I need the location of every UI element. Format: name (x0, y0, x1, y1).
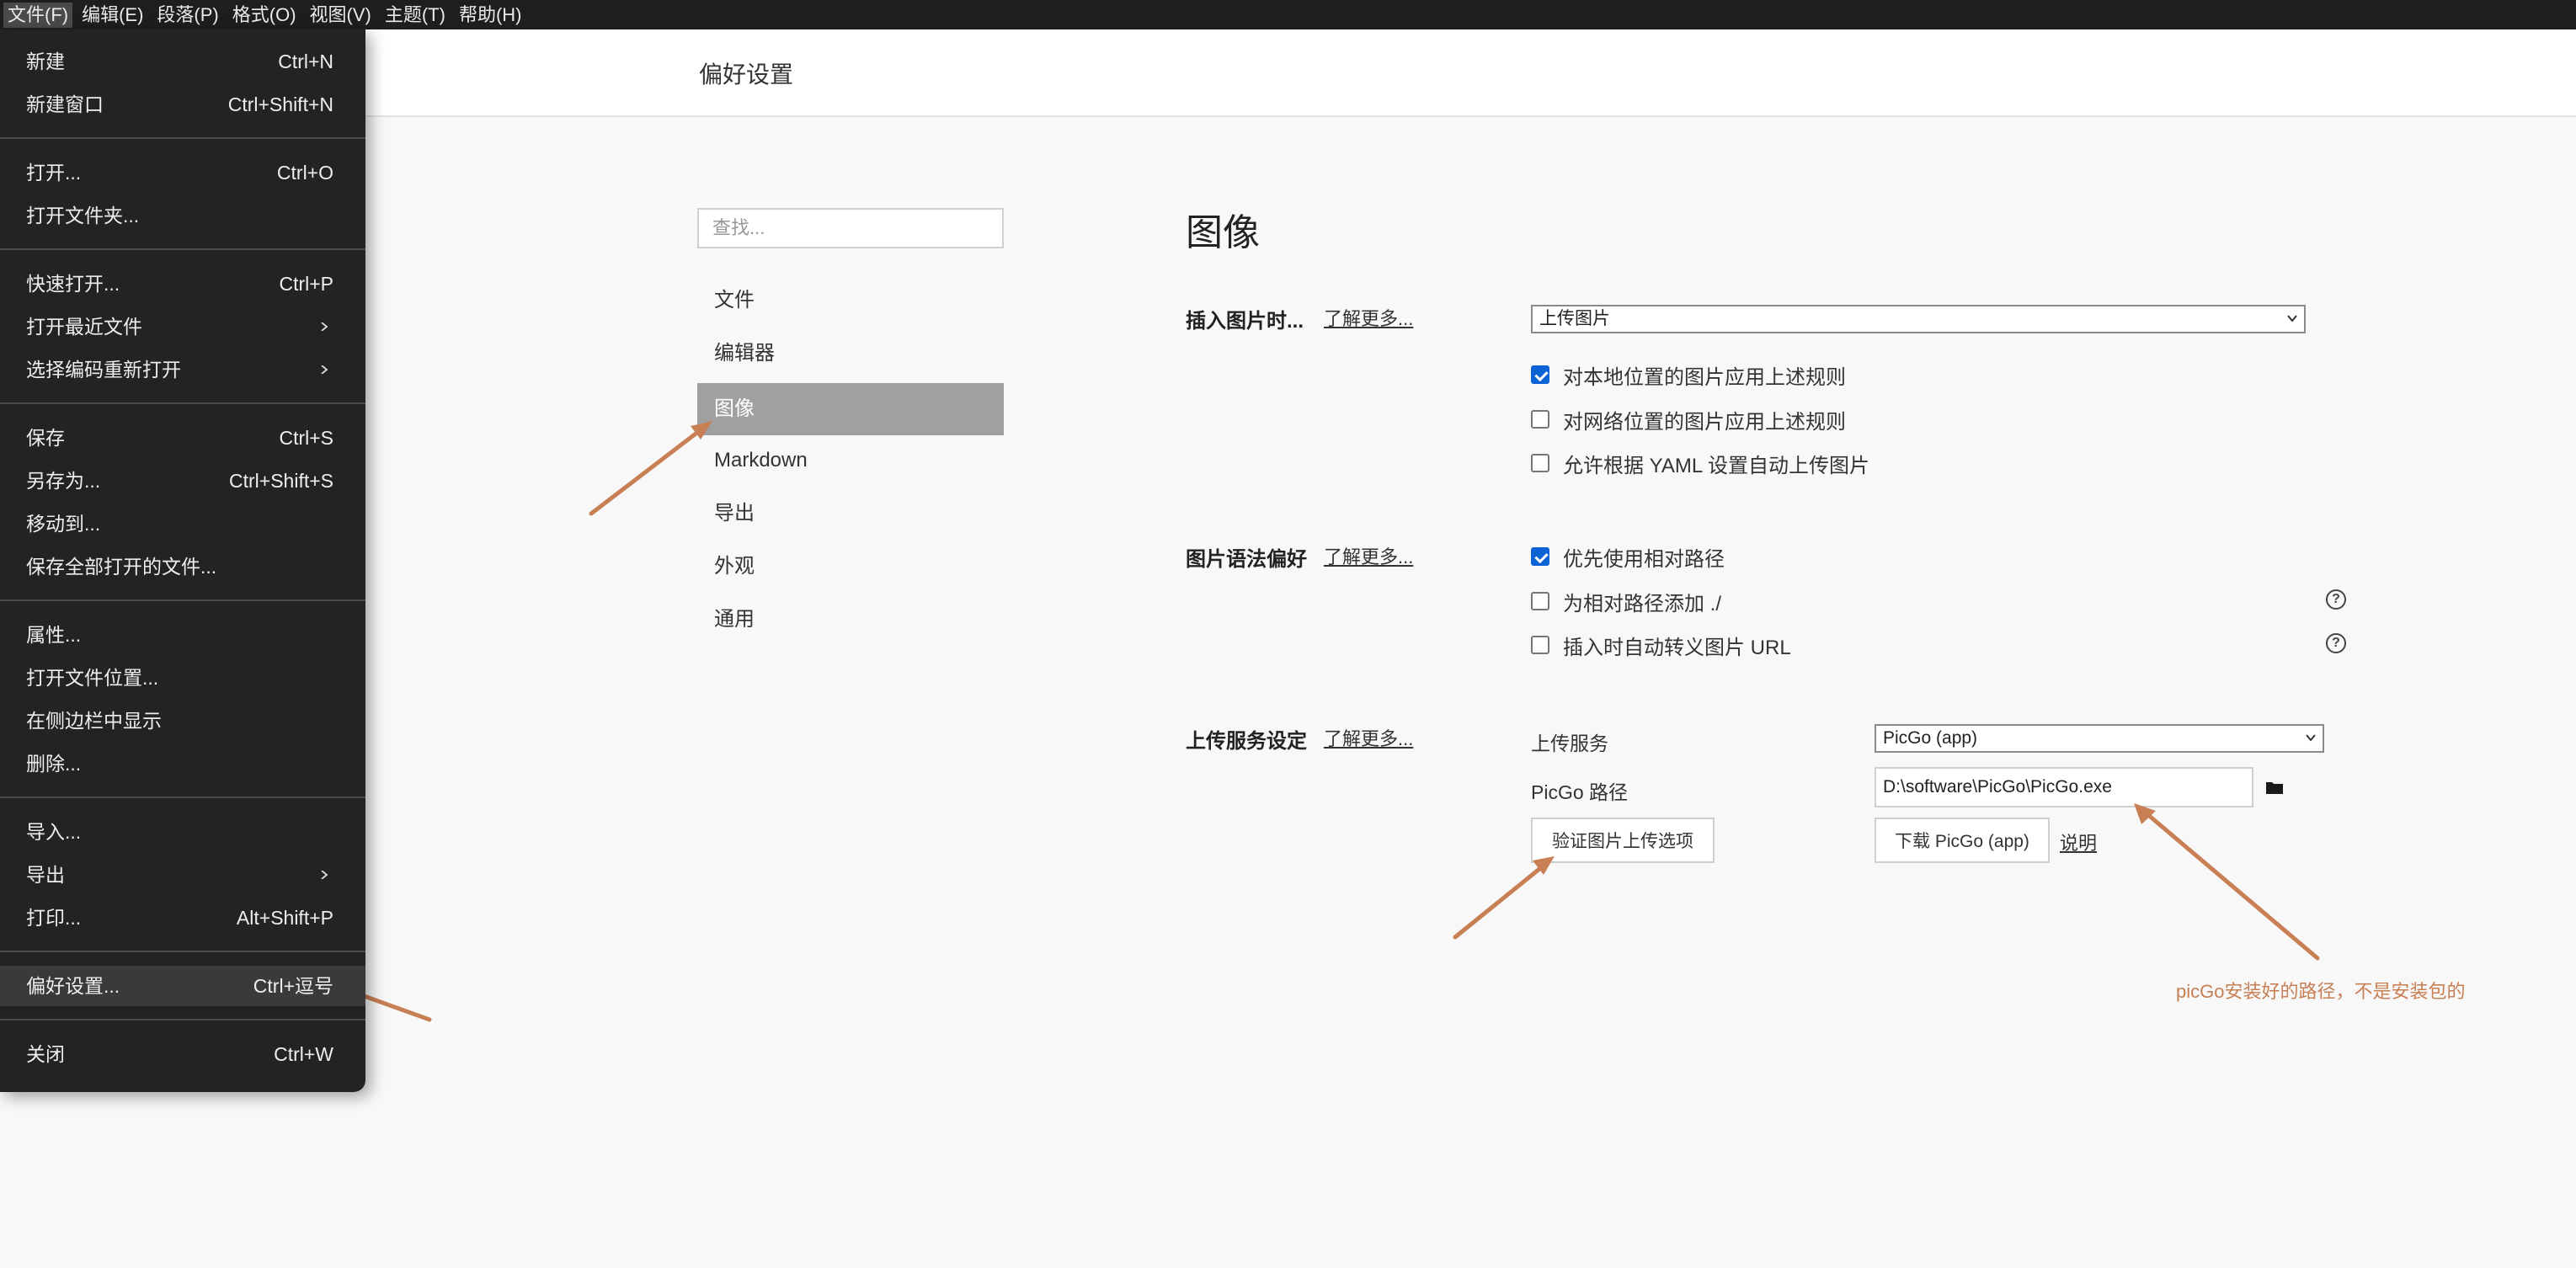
menu-item-open-file-location[interactable]: 打开文件位置... (0, 658, 365, 698)
chevron-right-icon (321, 322, 328, 331)
menu-item-label: 选择编码重新打开 (26, 359, 181, 381)
menu-item-label: 删除... (26, 753, 82, 775)
menu-item-label: 属性... (26, 624, 82, 646)
menu-item-label: 新建窗口 (26, 93, 104, 115)
menu-item-print[interactable]: 打印... Alt+Shift+P (0, 898, 365, 938)
menu-item-quick-open[interactable]: 快速打开... Ctrl+P (0, 264, 365, 304)
menu-item-move-to[interactable]: 移动到... (0, 503, 365, 544)
menu-item-reveal-in-sidebar[interactable]: 在侧边栏中显示 (0, 701, 365, 741)
menu-item-label: 打开最近文件 (26, 316, 142, 338)
menu-item-label: 偏好设置... (26, 975, 120, 997)
menu-item-shortcut: Ctrl+Shift+N (227, 93, 333, 115)
menu-item-shortcut: Ctrl+W (274, 1043, 333, 1065)
menu-item-label: 导出 (26, 864, 65, 886)
menu-item-shortcut: Alt+Shift+P (236, 907, 333, 929)
menu-separator (0, 796, 365, 798)
menu-separator (0, 248, 365, 250)
chevron-right-icon (321, 365, 328, 374)
menu-item-label: 打开文件夹... (26, 205, 140, 226)
menu-item-label: 导入... (26, 821, 82, 843)
menu-separator (0, 1019, 365, 1020)
arrow-to-image-nav (589, 424, 708, 516)
file-menu: 新建 Ctrl+N 新建窗口 Ctrl+Shift+N 打开... Ctrl+O 打开文件夹… (0, 29, 365, 1092)
arrow-to-path-input (2140, 807, 2320, 961)
menu-item-label: 另存为... (26, 470, 101, 492)
arrow-to-verify-button (1453, 860, 1550, 940)
menu-item-shortcut: Ctrl+P (279, 273, 333, 295)
menu-item-label: 保存全部打开的文件... (26, 556, 217, 578)
menu-item-reopen-encoding[interactable]: 选择编码重新打开 (0, 349, 365, 390)
menu-separator (0, 599, 365, 601)
menu-item-label: 快速打开... (26, 273, 120, 295)
annotation-arrows (347, 421, 2320, 1022)
menu-item-shortcut: Ctrl+N (278, 51, 333, 72)
menu-item-save-all[interactable]: 保存全部打开的文件... (0, 546, 365, 587)
menu-item-close[interactable]: 关闭 Ctrl+W (0, 1034, 365, 1074)
menu-item-delete[interactable]: 删除... (0, 743, 365, 784)
menu-item-new[interactable]: 新建 Ctrl+N (0, 41, 365, 82)
menu-item-label: 保存 (26, 427, 65, 449)
menu-item-shortcut: Ctrl+O (276, 162, 333, 184)
menu-item-label: 打印... (26, 907, 82, 929)
menu-item-preferences[interactable]: 偏好设置... Ctrl+逗号 (0, 966, 365, 1006)
menu-item-shortcut: Ctrl+逗号 (253, 975, 333, 997)
menu-item-label: 新建 (26, 51, 65, 72)
menu-item-label: 打开... (26, 162, 82, 184)
menu-item-shortcut: Ctrl+S (279, 427, 333, 449)
menu-item-save[interactable]: 保存 Ctrl+S (0, 418, 365, 458)
menu-item-label: 打开文件位置... (26, 667, 159, 689)
arrow-to-preferences (355, 991, 432, 1022)
menu-item-label: 关闭 (26, 1043, 65, 1065)
menu-separator (0, 137, 365, 139)
menu-item-save-as[interactable]: 另存为... Ctrl+Shift+S (0, 461, 365, 501)
menu-item-open-folder[interactable]: 打开文件夹... (0, 195, 365, 236)
chevron-right-icon (321, 871, 328, 879)
menu-item-label: 在侧边栏中显示 (26, 710, 162, 732)
menu-separator (0, 951, 365, 952)
menu-item-new-window[interactable]: 新建窗口 Ctrl+Shift+N (0, 84, 365, 125)
menu-item-import[interactable]: 导入... (0, 812, 365, 852)
menu-item-shortcut: Ctrl+Shift+S (229, 470, 333, 492)
menu-separator (0, 402, 365, 404)
menu-item-open-recent[interactable]: 打开最近文件 (0, 306, 365, 347)
menu-item-properties[interactable]: 属性... (0, 615, 365, 655)
menu-item-label: 移动到... (26, 513, 101, 535)
menu-item-open[interactable]: 打开... Ctrl+O (0, 152, 365, 193)
menu-item-export[interactable]: 导出 (0, 855, 365, 895)
